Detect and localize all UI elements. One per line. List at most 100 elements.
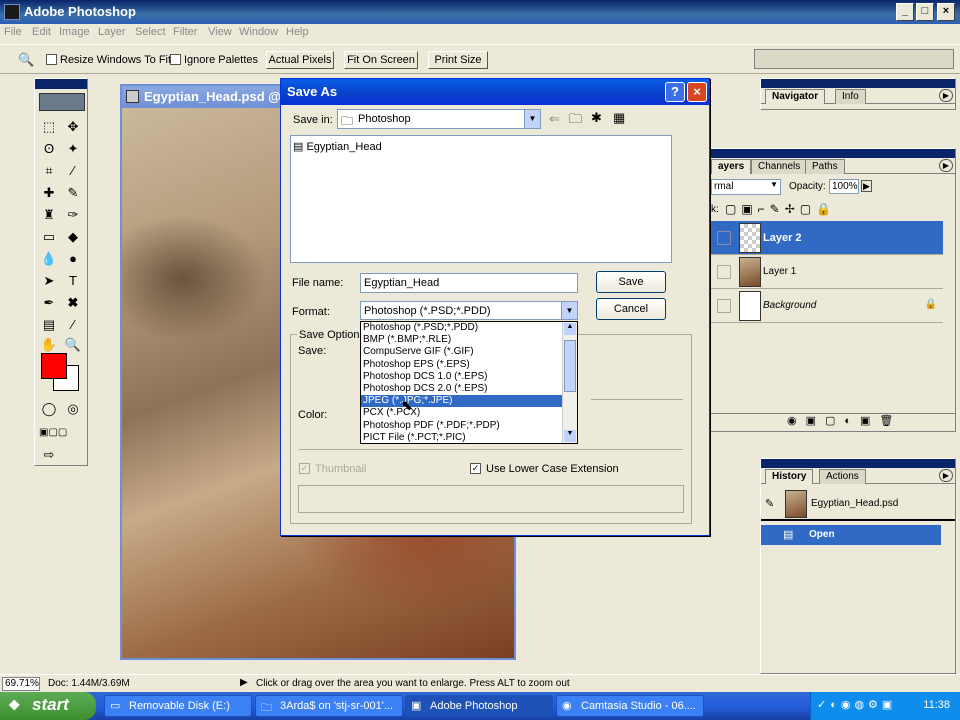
- format-option[interactable]: Photoshop DCS 2.0 (*.EPS): [361, 383, 577, 395]
- ignore-palettes-checkbox[interactable]: [170, 54, 181, 65]
- blend-mode-select[interactable]: rmal ▼: [711, 179, 781, 195]
- format-option[interactable]: Photoshop EPS (*.EPS): [361, 359, 577, 371]
- actual-pixels-button[interactable]: Actual Pixels: [266, 51, 334, 69]
- menu-filter[interactable]: Filter: [173, 26, 197, 38]
- new-folder-icon[interactable]: ✱: [591, 110, 602, 126]
- menu-view[interactable]: View: [208, 26, 232, 38]
- move-tool-icon[interactable]: ✥: [63, 117, 83, 137]
- format-option[interactable]: Photoshop (*.PSD;*.PDD): [361, 322, 577, 334]
- task-removable-disk[interactable]: ▭ Removable Disk (E:): [104, 695, 252, 717]
- eraser-tool-icon[interactable]: ▭: [39, 227, 59, 247]
- menu-help[interactable]: Help: [286, 26, 309, 38]
- eyedropper-icon[interactable]: ⁄: [63, 315, 83, 335]
- brush-tool-icon[interactable]: ✎: [63, 183, 83, 203]
- opacity-input[interactable]: 100%: [829, 179, 859, 194]
- close-button[interactable]: ×: [937, 3, 955, 21]
- slice-tool-icon[interactable]: ⁄: [63, 161, 83, 181]
- menu-window[interactable]: Window: [239, 26, 278, 38]
- crop-tool-icon[interactable]: ⌗: [39, 161, 59, 181]
- screen-mode-icon[interactable]: ▣▢▢: [39, 423, 67, 443]
- format-option[interactable]: PCX (*.PCX): [361, 407, 577, 419]
- start-button[interactable]: ❖ start: [0, 692, 96, 720]
- magic-wand-icon[interactable]: ✦: [63, 139, 83, 159]
- scroll-down-icon[interactable]: ▼: [564, 430, 576, 442]
- palette-menu-arrow-icon[interactable]: ▶: [939, 159, 953, 172]
- pen-tool-icon[interactable]: ✒: [39, 293, 59, 313]
- stamp-tool-icon[interactable]: ♜: [39, 205, 59, 225]
- standard-mode-icon[interactable]: ◯: [39, 399, 59, 419]
- hand-tool-icon[interactable]: ✋: [39, 335, 59, 355]
- marquee-tool-icon[interactable]: ⬚: [39, 117, 59, 137]
- format-option[interactable]: Photoshop PDF (*.PDF;*.PDP): [361, 420, 577, 432]
- format-option[interactable]: CompuServe GIF (*.GIF): [361, 346, 577, 358]
- format-option[interactable]: Photoshop DCS 1.0 (*.EPS): [361, 371, 577, 383]
- tab-channels[interactable]: Channels: [751, 159, 808, 174]
- format-list-scrollbar[interactable]: ▲ ▼: [562, 322, 577, 443]
- minimize-button[interactable]: _: [896, 3, 914, 21]
- visibility-icon[interactable]: [717, 299, 731, 313]
- foreground-color-swatch[interactable]: [41, 353, 67, 379]
- jump-to-imageready-icon[interactable]: ⇨: [39, 445, 59, 465]
- format-option[interactable]: PICT File (*.PCT;*.PIC): [361, 432, 577, 444]
- save-button[interactable]: Save: [596, 271, 666, 293]
- menu-file[interactable]: File: [4, 26, 22, 38]
- tab-history[interactable]: History: [765, 469, 814, 484]
- dialog-close-button[interactable]: ×: [687, 82, 707, 102]
- list-item[interactable]: ▤ Egyptian_Head: [293, 140, 382, 153]
- scroll-up-icon[interactable]: ▲: [564, 323, 576, 335]
- healing-brush-icon[interactable]: ✚: [39, 183, 59, 203]
- format-option[interactable]: JPEG (*.JPG;*.JPE): [361, 395, 577, 408]
- zoom-field[interactable]: 69.71%: [2, 677, 40, 691]
- layer-row[interactable]: Layer 1: [711, 255, 943, 289]
- palette-menu-arrow-icon[interactable]: ▶: [939, 89, 953, 102]
- notes-tool-icon[interactable]: ▤: [39, 315, 59, 335]
- dodge-tool-icon[interactable]: ●: [63, 249, 83, 269]
- help-button[interactable]: ?: [665, 82, 685, 102]
- format-dropdown-list[interactable]: Photoshop (*.PSD;*.PDD) BMP (*.BMP;*.RLE)…: [360, 321, 578, 444]
- lowercase-checkbox[interactable]: ✓: [470, 463, 481, 474]
- fit-on-screen-button[interactable]: Fit On Screen: [344, 51, 418, 69]
- opacity-arrow-icon[interactable]: ▶: [861, 180, 872, 192]
- lasso-tool-icon[interactable]: ʘ: [39, 139, 59, 159]
- tab-actions[interactable]: Actions: [819, 469, 866, 484]
- maximize-button[interactable]: □: [916, 3, 934, 21]
- history-brush-icon[interactable]: ✑: [63, 205, 83, 225]
- menu-image[interactable]: Image: [59, 26, 90, 38]
- layer-row[interactable]: Background 🔒: [711, 289, 943, 323]
- history-step[interactable]: ▤ Open: [761, 525, 941, 545]
- cancel-button[interactable]: Cancel: [596, 298, 666, 320]
- tab-navigator[interactable]: Navigator: [765, 89, 826, 104]
- up-folder-icon[interactable]: 🗀: [569, 110, 582, 132]
- file-list[interactable]: ▤ Egyptian_Head: [290, 135, 672, 263]
- visibility-icon[interactable]: [717, 265, 731, 279]
- toolbox-logo[interactable]: [39, 93, 85, 111]
- blur-tool-icon[interactable]: 💧: [39, 249, 59, 269]
- scroll-thumb[interactable]: [564, 340, 576, 392]
- layers-bottom-toolbar[interactable]: ◉▣▢◐▣🗑: [711, 413, 955, 431]
- task-photoshop[interactable]: ▣ Adobe Photoshop: [405, 695, 553, 717]
- task-camtasia[interactable]: ◉ Camtasia Studio - 06....: [556, 695, 704, 717]
- tab-paths[interactable]: Paths: [805, 159, 845, 174]
- tab-info[interactable]: Info: [835, 89, 866, 104]
- path-select-icon[interactable]: ➤: [39, 271, 59, 291]
- tab-layers[interactable]: ayers: [711, 159, 752, 174]
- save-in-select[interactable]: 🗀 Photoshop ▼: [337, 109, 541, 129]
- type-tool-icon[interactable]: T: [63, 271, 83, 291]
- history-snapshot[interactable]: ✎ Egyptian_Head.psd: [761, 487, 955, 521]
- resize-windows-checkbox[interactable]: [46, 54, 57, 65]
- lock-icons[interactable]: ▢▣⌐✎✢▢🔒: [725, 202, 836, 216]
- print-size-button[interactable]: Print Size: [428, 51, 488, 69]
- format-select[interactable]: Photoshop (*.PSD;*.PDD) ▼: [360, 301, 578, 320]
- brush-link-icon[interactable]: [717, 231, 731, 245]
- menu-layer[interactable]: Layer: [98, 26, 126, 38]
- status-arrow-icon[interactable]: ▶: [240, 677, 248, 688]
- filename-input[interactable]: Egyptian_Head: [360, 273, 578, 293]
- layer-row[interactable]: Layer 2: [711, 221, 943, 255]
- format-option[interactable]: BMP (*.BMP;*.RLE): [361, 334, 577, 346]
- tray-icons[interactable]: ✓◐◉◍⚙▣: [817, 698, 896, 711]
- task-network-folder[interactable]: 🗀 3Arda$ on 'stj-sr-001'...: [255, 695, 403, 717]
- quick-mask-icon[interactable]: ◎: [63, 399, 83, 419]
- menu-edit[interactable]: Edit: [32, 26, 51, 38]
- history-brush-icon[interactable]: ✎: [765, 497, 774, 510]
- menu-select[interactable]: Select: [135, 26, 166, 38]
